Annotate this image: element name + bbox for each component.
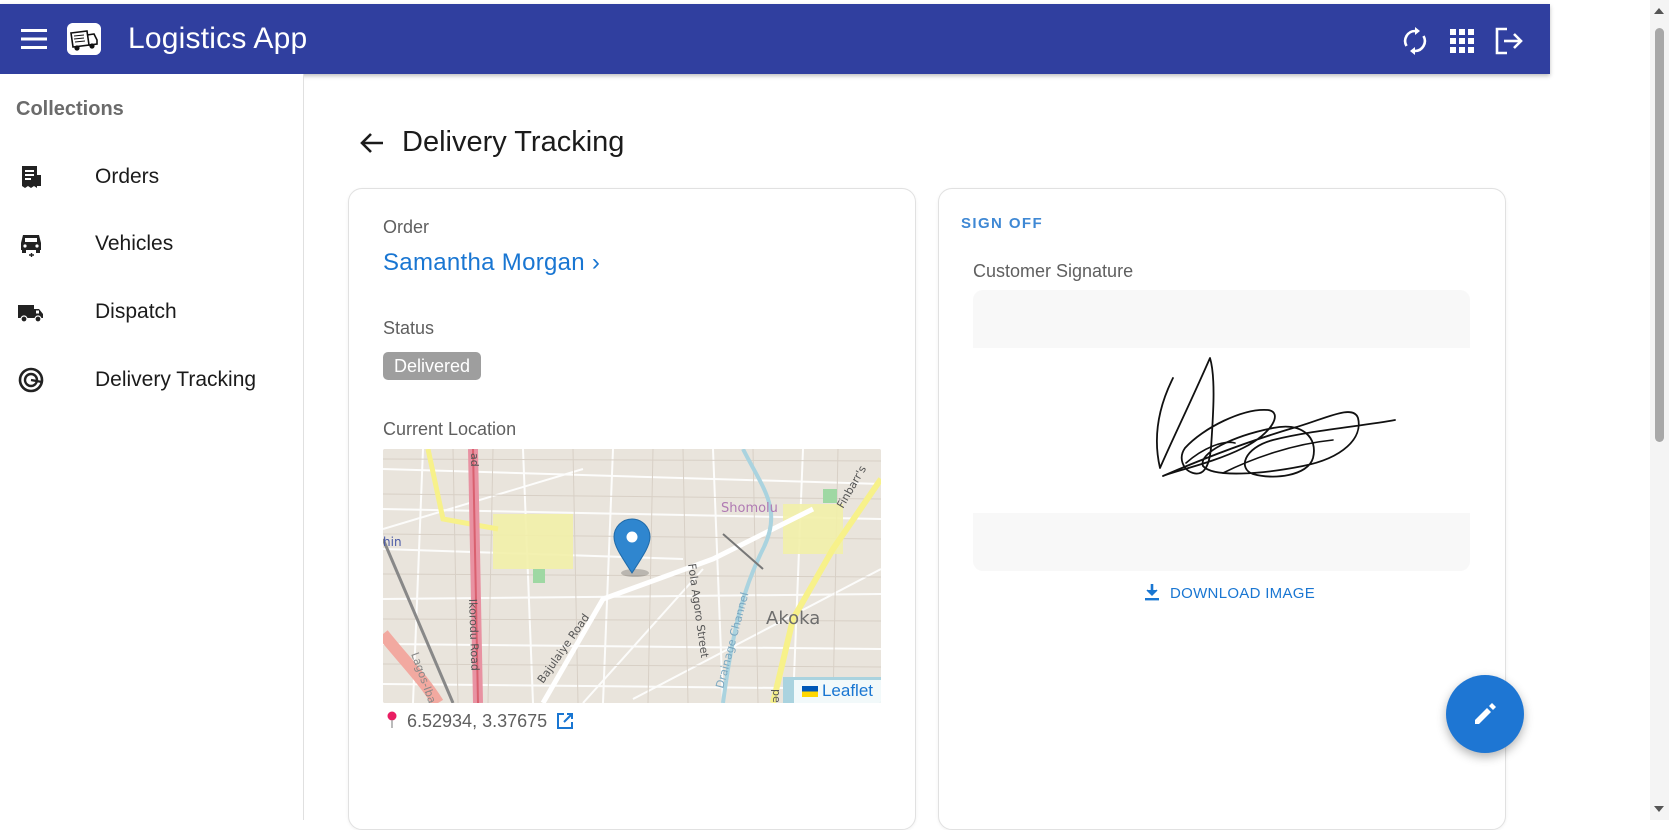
map-attribution[interactable]: Leaflet bbox=[793, 680, 881, 703]
order-label: Order bbox=[383, 217, 430, 237]
map-label-shomolu: Shomolu bbox=[721, 501, 778, 516]
download-image-label: DOWNLOAD IMAGE bbox=[1170, 585, 1316, 602]
sync-icon[interactable] bbox=[1399, 25, 1431, 57]
sidebar-item-dispatch[interactable]: Dispatch bbox=[0, 282, 303, 342]
edit-pencil-icon bbox=[1475, 703, 1496, 724]
scrollbar-thumb[interactable] bbox=[1655, 28, 1664, 442]
sidebar-item-label: Orders bbox=[95, 165, 160, 188]
app-bar: Logistics App bbox=[0, 4, 1550, 74]
map-label-ad: ad bbox=[468, 453, 481, 467]
app-title: Logistics App bbox=[128, 22, 308, 55]
pushpin-icon bbox=[387, 711, 397, 728]
coordinates-row: 6.52934, 3.37675 bbox=[385, 711, 575, 732]
map-label-hin: hin bbox=[383, 535, 402, 549]
truck-icon bbox=[18, 305, 43, 323]
location-label: Current Location bbox=[383, 419, 517, 439]
map-label-pe: pe bbox=[770, 689, 783, 703]
status-label: Status bbox=[383, 318, 435, 338]
back-arrow-icon[interactable] bbox=[356, 127, 388, 159]
edit-fab-button[interactable] bbox=[1446, 675, 1524, 753]
scroll-up-icon[interactable] bbox=[1654, 8, 1664, 14]
page-title: Delivery Tracking bbox=[402, 126, 625, 158]
coordinates-value: 6.52934, 3.37675 bbox=[407, 711, 548, 731]
receipt-icon bbox=[22, 166, 41, 188]
map-tiles[interactable]: Shomolu Akoka Finbarr's Ikorodu Road Baj… bbox=[383, 449, 881, 703]
sidebar-item-vehicles[interactable]: Vehicles bbox=[0, 214, 303, 274]
signature-frame-bottom bbox=[973, 513, 1470, 571]
sidebar-item-label: Dispatch bbox=[95, 300, 177, 323]
apps-grid-icon[interactable] bbox=[1446, 25, 1478, 57]
delivery-details-card: Order Samantha Morgan › Status Delivered… bbox=[348, 188, 916, 830]
sidebar-item-orders[interactable]: Orders bbox=[0, 147, 303, 207]
chevron-right-icon: › bbox=[591, 249, 601, 276]
status-badge: Delivered bbox=[383, 352, 482, 380]
car-icon bbox=[21, 235, 41, 257]
sidebar: Collections Orders Vehicles Dispatch Del… bbox=[0, 74, 304, 820]
logout-icon[interactable] bbox=[1493, 25, 1525, 57]
map-label-ikorodu-road: Ikorodu Road bbox=[466, 599, 482, 671]
location-map[interactable]: Shomolu Akoka Finbarr's Ikorodu Road Baj… bbox=[383, 449, 881, 703]
signature-label: Customer Signature bbox=[973, 261, 1134, 281]
map-attribution-label: Leaflet bbox=[821, 681, 873, 700]
page-scrollbar[interactable] bbox=[1650, 0, 1669, 820]
download-image-button[interactable]: DOWNLOAD IMAGE bbox=[1142, 582, 1315, 602]
signature-frame-top bbox=[973, 290, 1470, 348]
sidebar-item-label: Vehicles bbox=[95, 232, 174, 255]
sidebar-item-label: Delivery Tracking bbox=[95, 368, 257, 391]
order-customer-name: Samantha Morgan bbox=[383, 249, 585, 276]
open-external-icon[interactable] bbox=[555, 711, 575, 731]
sidebar-heading: Collections bbox=[16, 98, 124, 120]
target-icon bbox=[18, 367, 44, 393]
sign-off-card: SIGN OFF Customer Signature DOWNLOAD IMA… bbox=[938, 188, 1506, 830]
app-logo-icon bbox=[67, 23, 101, 55]
menu-icon[interactable] bbox=[19, 26, 49, 52]
sidebar-item-delivery-tracking[interactable]: Delivery Tracking bbox=[0, 350, 303, 410]
download-icon bbox=[1145, 584, 1159, 601]
scroll-down-icon[interactable] bbox=[1654, 806, 1664, 812]
ukraine-flag-icon bbox=[801, 686, 818, 697]
sign-off-heading: SIGN OFF bbox=[961, 215, 1044, 232]
map-label-akoka: Akoka bbox=[766, 608, 820, 629]
customer-signature-image bbox=[973, 348, 1470, 513]
order-link[interactable]: Samantha Morgan › bbox=[383, 249, 600, 277]
